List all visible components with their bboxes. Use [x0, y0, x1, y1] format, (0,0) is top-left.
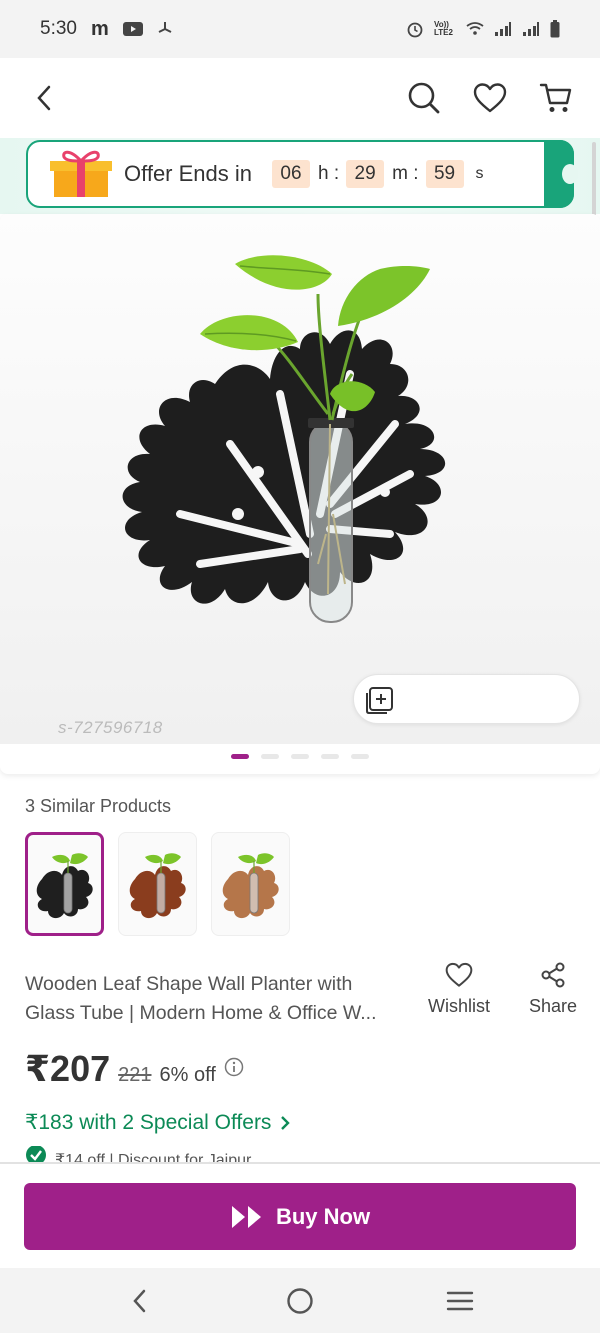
carrier-icon: m: [90, 17, 109, 40]
volte-label: Vo)) LTE2: [434, 20, 453, 37]
chevron-right-icon: [281, 1115, 291, 1130]
cart-button[interactable]: [538, 80, 574, 116]
home-icon: [287, 1287, 313, 1314]
system-back-button[interactable]: [122, 1283, 158, 1319]
battery-icon: [550, 20, 560, 38]
heart-icon: [473, 83, 507, 113]
product-title[interactable]: Wooden Leaf Shape Wall Planter with Glas…: [25, 970, 420, 1028]
offer-label: Offer Ends in: [124, 161, 252, 186]
alarm-icon: [406, 20, 424, 38]
similar-product-thumb-light-brown[interactable]: [211, 832, 290, 936]
back-button[interactable]: [26, 80, 62, 116]
thumb-image: [222, 853, 279, 919]
price-row: ₹207 221 6% off: [25, 1048, 244, 1090]
offer-banner-wrap: Offer Ends in 06 h : 29 m : 59 s: [0, 138, 600, 214]
share-label: Share: [529, 996, 578, 1016]
buy-now-button[interactable]: Buy Now: [24, 1183, 576, 1250]
image-watermark: s-727596718: [58, 718, 163, 737]
similar-product-thumb-brown[interactable]: [118, 832, 197, 936]
offer-ticket-tail: [544, 140, 578, 208]
product-image[interactable]: [0, 214, 600, 744]
system-nav-bar: [0, 1268, 600, 1333]
gift-icon: [50, 147, 112, 202]
thumb-image: [129, 853, 186, 919]
heart-icon: [445, 962, 473, 987]
carousel-dot[interactable]: [351, 754, 369, 759]
wifi-icon: [466, 22, 484, 36]
info-icon[interactable]: [224, 1057, 244, 1082]
similar-product-thumb-black[interactable]: [25, 832, 104, 936]
chevron-left-icon: [37, 85, 51, 111]
special-offers-link[interactable]: ₹183 with 2 Special Offers: [25, 1110, 291, 1135]
system-home-button[interactable]: [282, 1283, 318, 1319]
bottom-action-bar: Buy Now: [0, 1164, 600, 1268]
back-icon: [133, 1289, 146, 1312]
add-to-compare-icon: [366, 687, 393, 714]
double-play-icon: [231, 1205, 261, 1228]
add-to-compare-button[interactable]: [353, 674, 580, 724]
wishlist-label: Wishlist: [428, 996, 490, 1016]
product-title-line1: Wooden Leaf Shape Wall Planter with: [25, 973, 353, 995]
search-button[interactable]: [406, 80, 442, 116]
product-discount: 6% off: [159, 1064, 216, 1086]
carousel-dot[interactable]: [261, 754, 279, 759]
offer-seconds: 59: [425, 160, 464, 188]
app-header: [0, 58, 600, 138]
offer-hours-unit: h :: [318, 163, 340, 184]
search-icon: [408, 82, 440, 114]
product-image-card[interactable]: s-727596718: [0, 214, 600, 774]
product-price: ₹207: [25, 1048, 111, 1089]
share-button[interactable]: Share: [529, 962, 577, 1017]
product-mrp: 221: [118, 1064, 152, 1086]
system-recents-button[interactable]: [442, 1283, 478, 1319]
special-offers-label: ₹183 with 2 Special Offers: [25, 1111, 272, 1134]
thumb-image: [36, 853, 93, 919]
offer-banner[interactable]: Offer Ends in 06 h : 29 m : 59 s: [26, 140, 578, 208]
status-time: 5:30: [40, 18, 77, 39]
status-bar: 5:30 m Vo)) LTE2: [0, 0, 600, 58]
similar-products-list: [25, 832, 290, 936]
carousel-dot[interactable]: [321, 754, 339, 759]
offer-hours: 06: [272, 160, 310, 188]
similar-products-title: 3 Similar Products: [25, 796, 172, 816]
youtube-icon: [122, 22, 143, 36]
carousel-dot[interactable]: [231, 754, 249, 759]
wishlist-header-button[interactable]: [472, 80, 508, 116]
recents-icon: [446, 1291, 474, 1310]
share-icon: [541, 962, 565, 988]
signal-2-icon: [522, 22, 540, 36]
image-carousel-dots: [0, 754, 600, 759]
leaf-planter-image: [122, 255, 446, 623]
wishlist-button[interactable]: Wishlist: [428, 962, 490, 1017]
carousel-dot[interactable]: [291, 754, 309, 759]
cart-icon: [539, 83, 572, 112]
signal-icon: [494, 22, 512, 36]
buy-now-label: Buy Now: [275, 1203, 371, 1229]
offer-minutes-unit: m :: [392, 163, 419, 184]
offer-seconds-unit: s: [475, 165, 484, 182]
product-title-line2: Glass Tube | Modern Home & Office W...: [25, 1002, 377, 1024]
offer-minutes: 29: [346, 160, 385, 188]
fan-icon: [157, 21, 173, 37]
